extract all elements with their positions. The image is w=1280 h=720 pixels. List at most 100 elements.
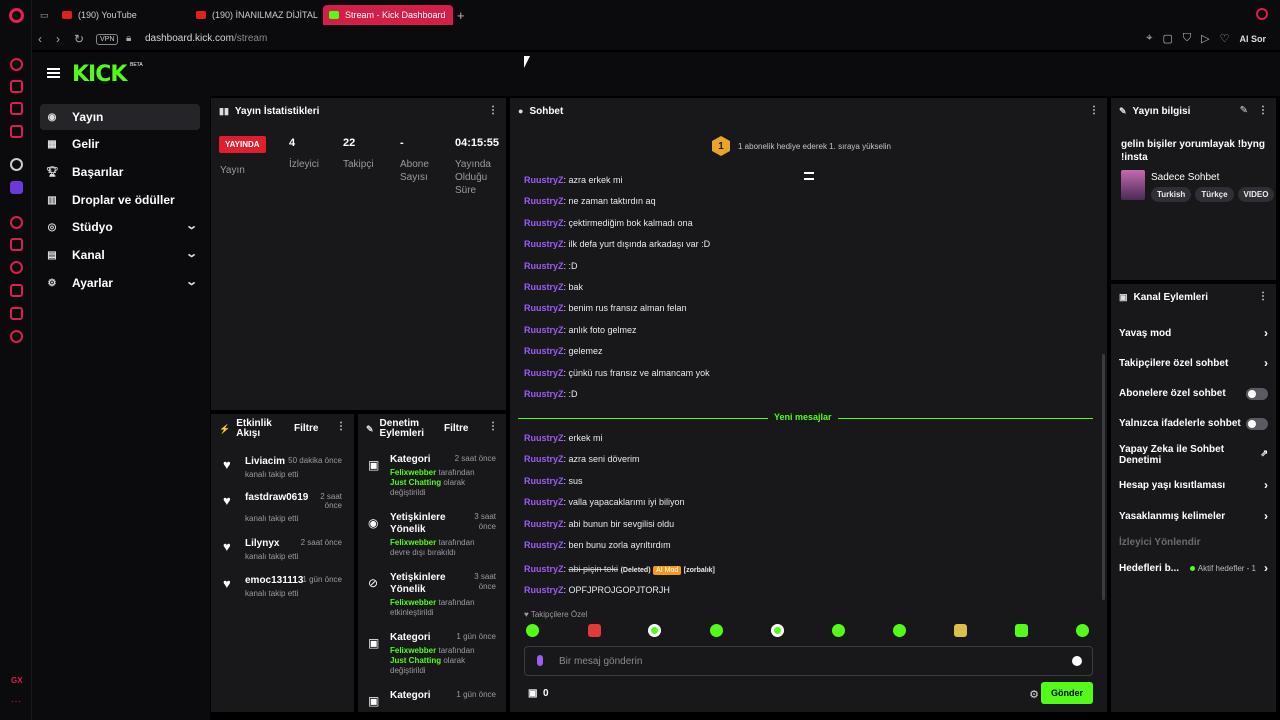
workspaces-icon[interactable]: ▭ — [34, 5, 52, 25]
chat-message[interactable]: RuustryZ: bak — [524, 282, 583, 292]
chat-message-input[interactable] — [559, 653, 1039, 669]
chat-message[interactable]: RuustryZ: azra seni döverim — [524, 454, 640, 464]
tab-youtube-2[interactable]: (190) İNANILMAZ DİJİTAL — [190, 5, 318, 25]
emote-icon[interactable] — [954, 624, 967, 637]
chat-message[interactable]: RuustryZ: ben bunu zorla ayrıltırdım — [524, 540, 671, 550]
emote-icon[interactable] — [1015, 624, 1028, 637]
chat-username[interactable]: RuustryZ — [524, 239, 564, 249]
chat-username[interactable]: RuustryZ — [524, 218, 564, 228]
shield-icon[interactable]: ⛉ — [1183, 32, 1191, 45]
chat-message[interactable]: RuustryZ: ilk defa yurt dışında arkadaşı… — [524, 239, 710, 249]
chat-message[interactable]: RuustryZ: :D — [524, 261, 578, 271]
chat-message[interactable]: RuustryZ: :D — [524, 389, 578, 399]
emote-icon[interactable] — [648, 624, 661, 637]
channel-points[interactable]: ▣ 0 — [528, 688, 549, 699]
lock-icon[interactable]: 🔒︎ — [126, 33, 131, 44]
chat-message[interactable]: RuustryZ: erkek mi — [524, 433, 603, 443]
opera-logo-icon[interactable] — [9, 8, 24, 23]
chat-username[interactable]: RuustryZ — [524, 196, 564, 206]
play-icon[interactable]: ▷ — [1201, 32, 1209, 45]
edit-icon[interactable]: ✎ — [1240, 105, 1248, 116]
tab-kick-dashboard[interactable]: Stream - Kick Dashboard — [323, 5, 453, 25]
emote-icon[interactable] — [710, 624, 723, 637]
chat-username[interactable]: RuustryZ — [524, 282, 564, 292]
messenger-icon[interactable] — [10, 102, 23, 115]
subscribers-only-toggle[interactable] — [1246, 388, 1268, 400]
chat-message[interactable]: RuustryZ: valla yapacaklarımı iyi biliyo… — [524, 497, 685, 507]
forward-icon[interactable]: › — [56, 32, 60, 46]
emotes-only-toggle[interactable] — [1246, 418, 1268, 430]
chat-message[interactable]: RuustryZ: çünkü rus fransız ve almancam … — [524, 368, 710, 378]
gear-icon[interactable] — [10, 330, 23, 343]
chat-username[interactable]: RuustryZ — [524, 303, 564, 313]
stats-menu-icon[interactable]: ⋮ — [488, 105, 498, 116]
nav-item-drops[interactable]: ▥ Droplar ve ödüller — [40, 187, 200, 213]
emote-icon[interactable] — [893, 624, 906, 637]
emoji-icon[interactable] — [1072, 656, 1082, 666]
channel-actions-menu-icon[interactable]: ⋮ — [1258, 291, 1268, 302]
chat-message[interactable]: RuustryZ: gelemez — [524, 346, 603, 356]
nav-item-stream[interactable]: ◉ Yayın — [40, 104, 200, 130]
ai-ask-button[interactable]: AI Sor — [1239, 34, 1266, 44]
activity-menu-icon[interactable]: ⋮ — [336, 421, 346, 432]
scroll-to-bottom-icon[interactable] — [804, 172, 814, 180]
app-icon[interactable] — [10, 181, 23, 194]
chat-username[interactable]: RuustryZ — [524, 325, 564, 335]
emote-icon[interactable] — [526, 624, 539, 637]
nav-item-studio[interactable]: ◎ Stüdyo ⌄ — [40, 214, 200, 240]
kick-logo[interactable]: KICK — [72, 62, 127, 87]
emote-icon[interactable] — [588, 624, 601, 637]
account-age-row[interactable]: Hesap yaşı kısıtlaması › — [1119, 479, 1268, 502]
back-icon[interactable]: ‹ — [38, 32, 42, 46]
pin-icon[interactable]: ⌖ — [1146, 32, 1152, 45]
chat-settings-icon[interactable]: ⚙ — [1029, 688, 1039, 701]
goals-row[interactable]: Hedefleri b... Aktif hedefler - 1 › — [1119, 562, 1268, 585]
player-icon[interactable] — [10, 216, 23, 229]
more-icon[interactable]: ··· — [11, 696, 21, 707]
chat-message[interactable]: RuustryZ: abi bunun bir sevgilisi oldu — [524, 519, 674, 529]
followers-only-row[interactable]: Takipçilere özel sohbet › — [1119, 357, 1268, 380]
chat-username[interactable]: RuustryZ — [524, 476, 564, 486]
moderation-filter-button[interactable]: Filtre — [444, 423, 468, 434]
clock-icon[interactable] — [10, 261, 23, 274]
chat-username[interactable]: RuustryZ — [524, 389, 564, 399]
chat-scrollbar[interactable] — [1102, 354, 1105, 600]
chat-username[interactable]: RuustryZ — [524, 433, 564, 443]
activity-filter-button[interactable]: Filtre — [294, 423, 318, 434]
heart-icon[interactable]: ♡ — [1220, 32, 1230, 45]
chat-menu-icon[interactable]: ⋮ — [1089, 105, 1099, 116]
chat-message[interactable]: RuustryZ: benim rus fransız alman felan — [524, 303, 687, 313]
stream-info-menu-icon[interactable]: ⋮ — [1258, 105, 1268, 116]
chat-username[interactable]: RuustryZ — [524, 368, 564, 378]
send-button[interactable]: Gönder — [1041, 682, 1093, 704]
reload-icon[interactable]: ↻ — [74, 32, 84, 46]
chat-message[interactable]: RuustryZ: ne zaman taktırdın aq — [524, 196, 656, 206]
emote-icon[interactable] — [832, 624, 845, 637]
home-icon[interactable] — [10, 80, 23, 93]
tag[interactable]: Turkish — [1151, 187, 1192, 202]
chatgpt-icon[interactable] — [10, 158, 23, 171]
microphone-icon[interactable] — [537, 655, 543, 666]
slow-mode-row[interactable]: Yavaş mod › — [1119, 327, 1268, 350]
chat-message[interactable]: RuustryZ: OPFJPROJGOPJTORJH — [524, 585, 670, 595]
chat-username[interactable]: RuustryZ — [524, 540, 564, 550]
mail-icon[interactable] — [10, 125, 23, 138]
chat-username[interactable]: RuustryZ — [524, 519, 564, 529]
extensions-icon[interactable] — [10, 307, 23, 320]
grid-icon[interactable] — [10, 238, 23, 251]
stream-category[interactable]: Sadece Sohbet — [1151, 172, 1219, 183]
snapshot-icon[interactable]: ▢ — [1162, 32, 1172, 45]
chat-username[interactable]: RuustryZ — [524, 346, 564, 356]
search-tabs-icon[interactable] — [1256, 8, 1268, 20]
chat-message[interactable]: RuustryZ: azra erkek mi — [524, 175, 623, 185]
pinned-gift-banner[interactable]: 1 1 abonelik hediye ederek 1. sıraya yük… — [510, 128, 1107, 164]
chat-username[interactable]: RuustryZ — [524, 497, 564, 507]
tab-youtube[interactable]: (190) YouTube — [56, 5, 186, 25]
nav-item-achievements[interactable]: 🏆︎ Başarılar — [40, 159, 200, 185]
history-icon[interactable] — [10, 58, 23, 71]
nav-item-settings[interactable]: ⚙ Ayarlar ⌄ — [40, 270, 200, 296]
emote-icon[interactable] — [771, 624, 784, 637]
chat-username[interactable]: RuustryZ — [524, 175, 564, 185]
chat-message[interactable]: RuustryZ: sus — [524, 476, 583, 486]
emote-icon[interactable] — [1076, 624, 1089, 637]
